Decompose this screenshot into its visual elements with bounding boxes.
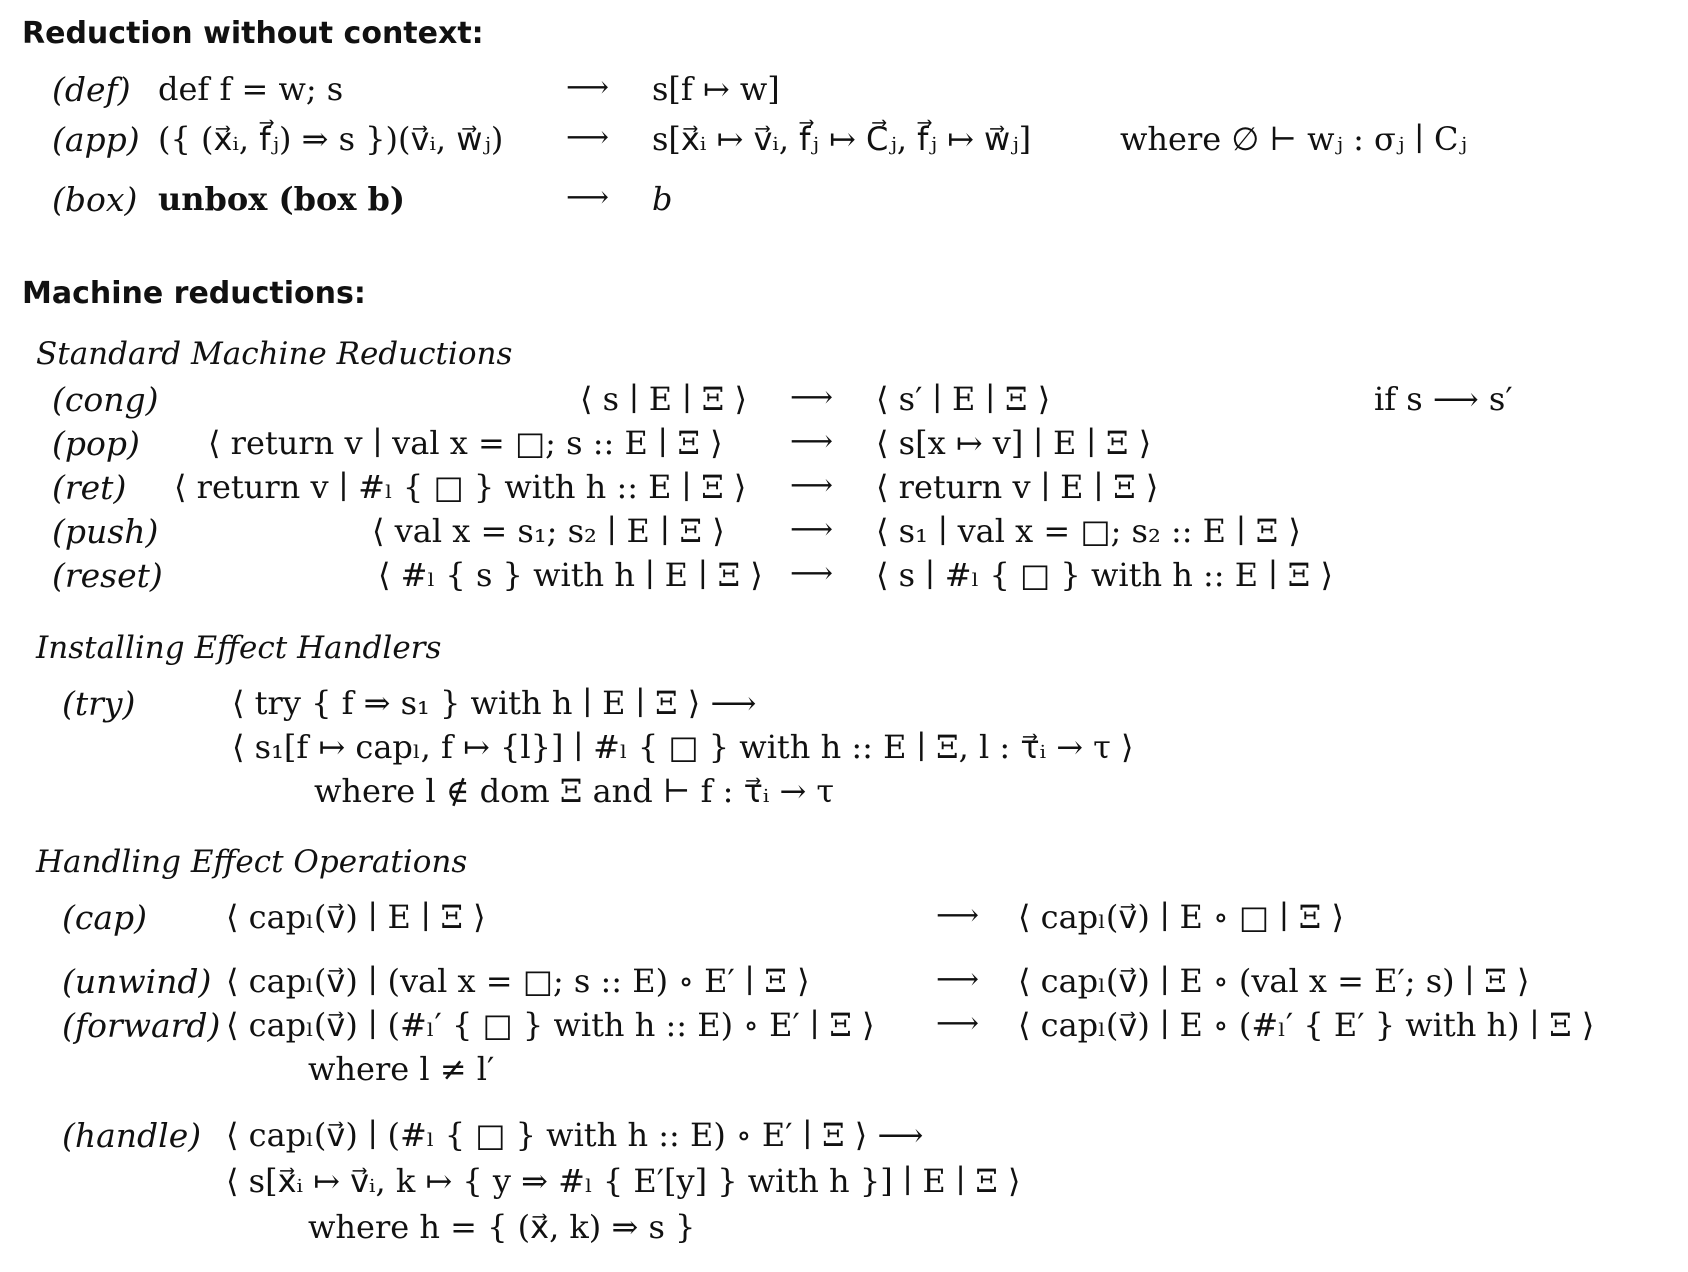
rule-cap-rhs: ⟨ capₗ(v⃗) ∣ E ∘ □ ∣ Ξ ⟩ [1018, 898, 1344, 936]
rule-def-rhs: s[f ↦ w] [652, 70, 780, 108]
rule-tag-handle: (handle) [62, 1116, 202, 1155]
reduction-arrow: ⟶ [936, 962, 980, 997]
rule-try-lhs: ⟨ try { f ⇒ s₁ } with h ∣ E ∣ Ξ ⟩ ⟶ [232, 684, 757, 722]
reduction-arrow: ⟶ [790, 556, 834, 591]
rule-tag-try: (try) [62, 684, 136, 723]
rule-try-rhs: ⟨ s₁[f ↦ capₗ, f ↦ {l}] ∣ #ₗ { □ } with … [232, 728, 1134, 766]
rule-app-side-condition: where ∅ ⊢ wⱼ : σⱼ ∣ Cⱼ [1120, 120, 1467, 158]
rule-tag-ret: (ret) [52, 468, 127, 507]
rule-app-rhs: s[x⃗ᵢ ↦ v⃗ᵢ, f⃗ⱼ ↦ C⃗ⱼ, f⃗ⱼ ↦ w⃗ⱼ] [652, 120, 1032, 158]
rule-unwind-lhs: ⟨ capₗ(v⃗) ∣ (val x = □; s :: E) ∘ E′ ∣ … [226, 962, 810, 1000]
rule-tag-forward: (forward) [62, 1006, 221, 1045]
rule-cong-lhs: ⟨ s ∣ E ∣ Ξ ⟩ [580, 380, 747, 418]
rule-cong-side-condition: if s ⟶ s′ [1374, 380, 1513, 418]
rule-tag-pop: (pop) [52, 424, 140, 463]
subheading-installing: Installing Effect Handlers [36, 630, 442, 666]
rule-ret-lhs: ⟨ return v ∣ #ₗ { □ } with h :: E ∣ Ξ ⟩ [174, 468, 747, 506]
reduction-arrow: ⟶ [790, 512, 834, 547]
reduction-arrow: ⟶ [790, 380, 834, 415]
rule-forward-lhs: ⟨ capₗ(v⃗) ∣ (#ₗ′ { □ } with h :: E) ∘ E… [226, 1006, 875, 1044]
rule-cong-rhs: ⟨ s′ ∣ E ∣ Ξ ⟩ [876, 380, 1051, 418]
section-heading-without-context: Reduction without context: [22, 16, 484, 51]
rule-tag-box: (box) [52, 180, 138, 219]
subheading-standard: Standard Machine Reductions [36, 336, 513, 372]
reduction-arrow: ⟶ [790, 468, 834, 503]
rule-push-lhs: ⟨ val x = s₁; s₂ ∣ E ∣ Ξ ⟩ [372, 512, 725, 550]
reduction-arrow: ⟶ [936, 1006, 980, 1041]
reduction-arrow: ⟶ [936, 898, 980, 933]
rule-tag-unwind: (unwind) [62, 962, 212, 1001]
rule-unwind-rhs: ⟨ capₗ(v⃗) ∣ E ∘ (val x = E′; s) ∣ Ξ ⟩ [1018, 962, 1530, 1000]
reduction-arrow: ⟶ [566, 120, 610, 155]
rule-push-rhs: ⟨ s₁ ∣ val x = □; s₂ :: E ∣ Ξ ⟩ [876, 512, 1301, 550]
rule-box-lhs: unbox (box b) [158, 180, 406, 218]
rule-reset-rhs: ⟨ s ∣ #ₗ { □ } with h :: E ∣ Ξ ⟩ [876, 556, 1333, 594]
rule-tag-push: (push) [52, 512, 159, 551]
rule-handle-side-condition: where h = { (x⃗, k) ⇒ s } [308, 1208, 696, 1246]
rule-forward-rhs: ⟨ capₗ(v⃗) ∣ E ∘ (#ₗ′ { E′ } with h) ∣ Ξ… [1018, 1006, 1595, 1044]
rule-reset-lhs: ⟨ #ₗ { s } with h ∣ E ∣ Ξ ⟩ [378, 556, 763, 594]
rule-ret-rhs: ⟨ return v ∣ E ∣ Ξ ⟩ [876, 468, 1159, 506]
reduction-arrow: ⟶ [790, 424, 834, 459]
subheading-handling: Handling Effect Operations [36, 844, 468, 880]
rule-pop-rhs: ⟨ s[x ↦ v] ∣ E ∣ Ξ ⟩ [876, 424, 1152, 462]
rule-cap-lhs: ⟨ capₗ(v⃗) ∣ E ∣ Ξ ⟩ [226, 898, 486, 936]
rule-tag-reset: (reset) [52, 556, 163, 595]
rule-app-lhs: ({ (x⃗ᵢ, f⃗ⱼ) ⇒ s })(v⃗ᵢ, w⃗ⱼ) [158, 120, 504, 158]
rule-tag-cap: (cap) [62, 898, 148, 937]
rule-handle-lhs: ⟨ capₗ(v⃗) ∣ (#ₗ { □ } with h :: E) ∘ E′… [226, 1116, 924, 1154]
rule-tag-def: (def) [52, 70, 131, 109]
rule-tag-app: (app) [52, 120, 140, 159]
section-heading-machine: Machine reductions: [22, 276, 366, 311]
rule-try-side-condition: where l ∉ dom Ξ and ⊢ f : τ⃗ᵢ → τ [314, 772, 835, 810]
rule-forward-side-condition: where l ≠ l′ [308, 1050, 495, 1088]
reduction-arrow: ⟶ [566, 70, 610, 105]
rule-handle-rhs: ⟨ s[x⃗ᵢ ↦ v⃗ᵢ, k ↦ { y ⇒ #ₗ { E′[y] } wi… [226, 1162, 1021, 1200]
reduction-arrow: ⟶ [566, 180, 610, 215]
rule-box-rhs: b [652, 180, 673, 218]
rule-tag-cong: (cong) [52, 380, 159, 419]
rule-pop-lhs: ⟨ return v ∣ val x = □; s :: E ∣ Ξ ⟩ [208, 424, 723, 462]
rule-def-lhs: def f = w; s [158, 70, 344, 108]
